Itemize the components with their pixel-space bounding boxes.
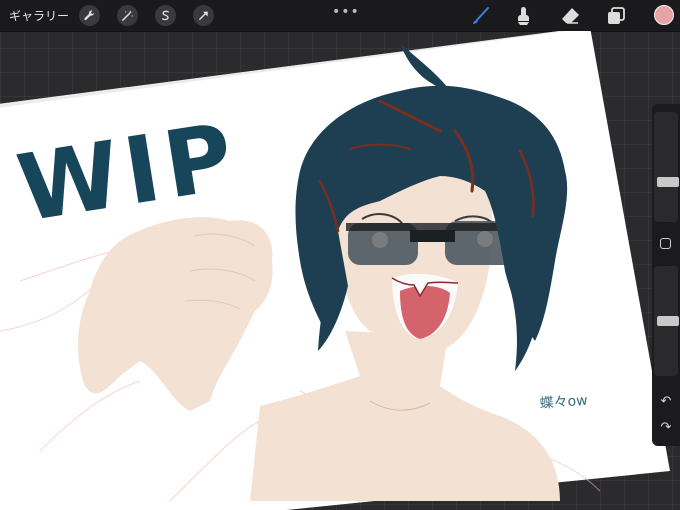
brush-icon[interactable] [469,4,493,28]
transform-arrow-icon[interactable] [193,5,215,26]
smudge-icon[interactable] [511,4,535,28]
artist-signature: 蝶々ow [539,393,588,412]
drawing-canvas[interactable]: WIP 蝶々ow [0,31,680,510]
redo-icon[interactable]: ↷ [658,420,674,436]
undo-icon[interactable]: ↶ [658,394,674,410]
actions-wrench-icon[interactable] [79,5,101,26]
opacity-knob[interactable] [657,316,679,326]
gallery-button[interactable]: ギャラリー [9,7,69,24]
selection-s-icon[interactable] [155,5,177,26]
opacity-slider[interactable] [654,266,679,376]
top-toolbar: ギャラリー ••• [0,0,680,32]
color-swatch[interactable] [654,5,674,25]
sidebar: ↶ ↷ [652,104,680,446]
brush-size-slider[interactable] [654,112,679,222]
eraser-icon[interactable] [558,4,582,28]
brush-size-knob[interactable] [657,177,679,187]
layers-icon[interactable] [604,4,628,28]
more-options-icon[interactable]: ••• [332,4,360,20]
modify-button[interactable] [660,238,671,249]
adjustments-wand-icon[interactable] [117,5,139,26]
